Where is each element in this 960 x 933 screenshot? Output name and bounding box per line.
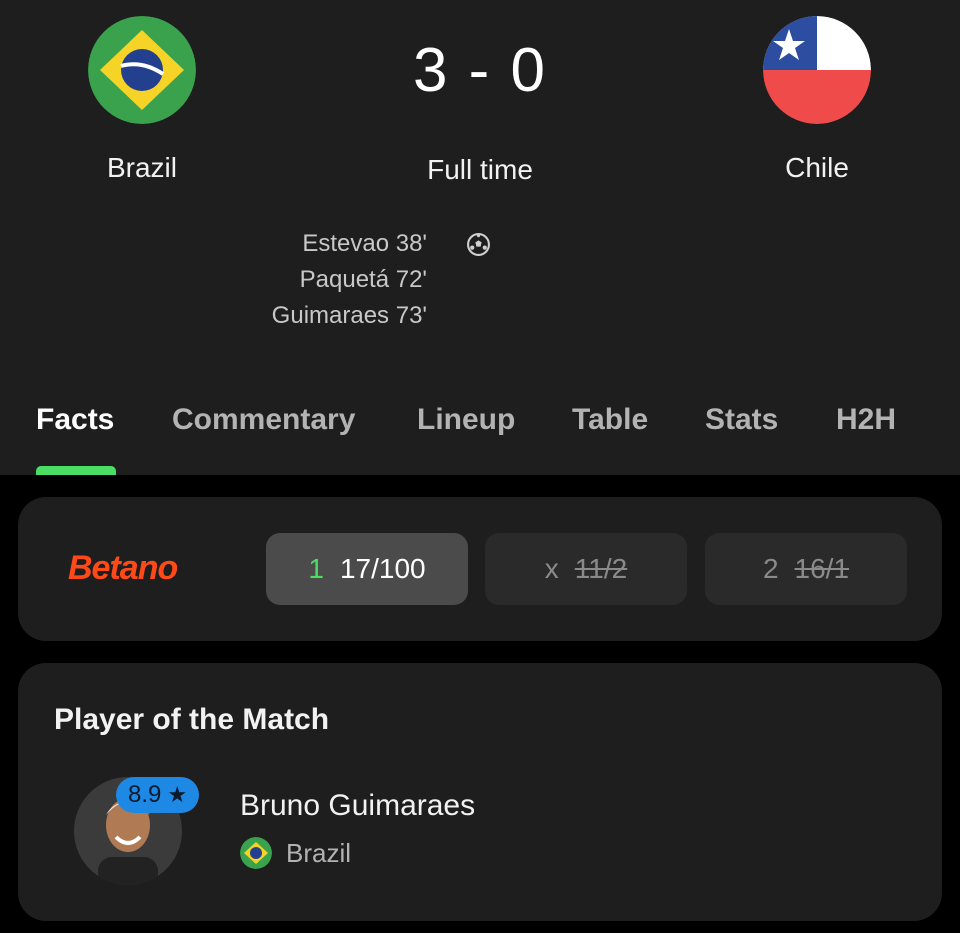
odds-home-button[interactable]: 1 17/100 — [266, 533, 468, 605]
scorer: Paquetá 72' — [299, 266, 427, 293]
player-country-name: Brazil — [286, 837, 352, 868]
active-tab-indicator — [36, 466, 116, 475]
betano-logo[interactable]: Betano — [68, 549, 178, 588]
odds-label: 2 — [762, 553, 779, 584]
tab-stats[interactable]: Stats — [705, 403, 778, 437]
chile-flag-icon — [763, 16, 871, 124]
home-team-name: Brazil — [106, 152, 177, 183]
odds-draw-button[interactable]: x 11/2 — [485, 533, 687, 605]
scorer: Guimaraes 73' — [271, 302, 427, 329]
match-header: Brazil 3 - 0 Full time Chile Estevao 38'… — [0, 0, 960, 475]
rating-value: 8.9 — [128, 781, 162, 808]
odds-label: x — [544, 553, 559, 584]
scorer: Estevao 38' — [302, 230, 427, 257]
player-of-the-match-card[interactable]: Player of the Match 8.9 ★ Bruno Guimarae… — [18, 663, 942, 921]
away-team[interactable]: Chile — [717, 16, 917, 184]
away-team-name: Chile — [785, 152, 849, 183]
brazil-flag-icon — [88, 16, 196, 124]
player-name: Bruno Guimaraes — [240, 789, 476, 822]
player-rating-badge: 8.9 ★ — [116, 777, 200, 813]
odds-card: Betano 1 17/100 x 11/2 2 16/1 — [18, 497, 942, 641]
soccer-ball-icon — [467, 233, 490, 256]
match-status: Full time — [427, 154, 533, 185]
goal-scorers: Estevao 38' Paquetá 72' Guimaraes 73' — [272, 226, 427, 334]
odds-label: 1 — [308, 553, 324, 584]
odds-value: 17/100 — [339, 553, 426, 584]
tab-commentary[interactable]: Commentary — [172, 403, 355, 437]
tab-facts[interactable]: Facts — [36, 403, 114, 437]
potm-title: Player of the Match — [54, 703, 330, 736]
score: 3 - 0 — [412, 36, 548, 105]
player-country: Brazil — [240, 837, 351, 869]
brazil-flag-icon — [240, 837, 272, 869]
tab-h2h[interactable]: H2H — [836, 403, 896, 437]
tab-lineup[interactable]: Lineup — [417, 403, 515, 437]
odds-away-button[interactable]: 2 16/1 — [705, 533, 907, 605]
match-tabs: Facts Commentary Lineup Table Stats H2H — [0, 398, 960, 475]
odds-value: 16/1 — [794, 553, 850, 584]
star-icon: ★ — [167, 782, 188, 807]
home-team[interactable]: Brazil — [42, 16, 242, 184]
tab-table[interactable]: Table — [572, 403, 648, 437]
odds-value: 11/2 — [574, 553, 628, 584]
